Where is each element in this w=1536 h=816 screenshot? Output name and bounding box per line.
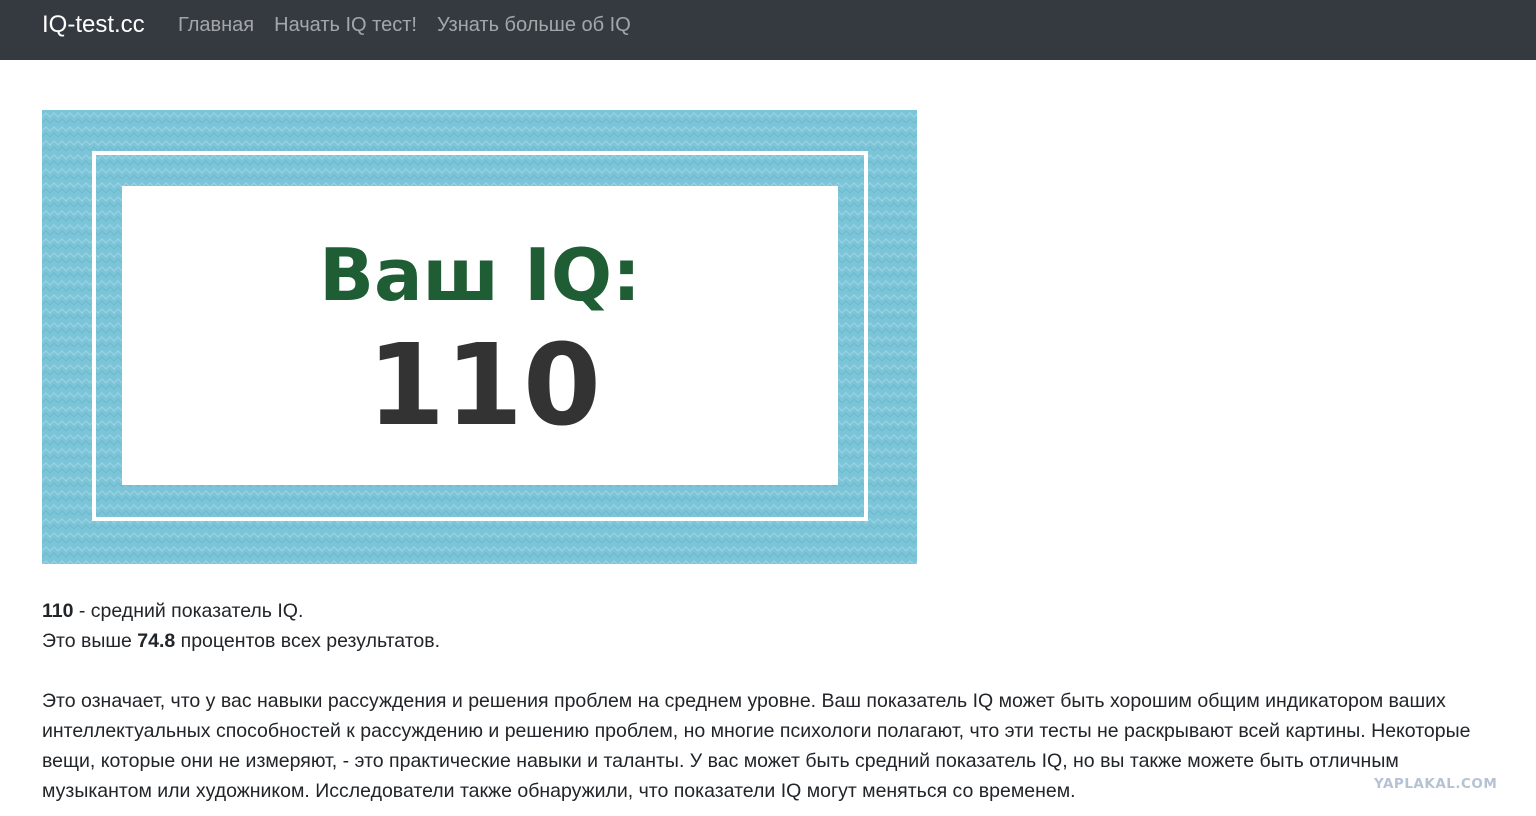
banner-score: 110 [367,321,601,451]
score-description: - средний показатель IQ. [73,600,304,622]
score-value: 110 [42,600,74,622]
result-explanation: Это означает, что у вас навыки рассужден… [42,690,1471,802]
result-content: 110 - средний показатель IQ. Это выше 74… [42,596,1482,806]
top-navbar: IQ-test.cc Главная Начать IQ тест! Узнат… [0,0,1536,60]
percentile-value: 74.8 [137,630,176,652]
nav-link-learn-more[interactable]: Узнать больше об IQ [427,14,641,37]
nav-link-start-test[interactable]: Начать IQ тест! [264,14,427,37]
nav-links: Главная Начать IQ тест! Узнать больше об… [168,14,641,37]
brand-link[interactable]: IQ-test.cc [42,11,145,39]
iq-result-banner: Ваш IQ: 110 [42,110,917,564]
percentile-line: Это выше 74.8 процентов всех результатов… [42,626,1482,656]
banner-heading: Ваш IQ: [319,233,641,317]
score-line: 110 - средний показатель IQ. [42,596,1482,626]
percentile-suffix: процентов всех результатов. [175,630,441,652]
percentile-prefix: Это выше [42,630,138,652]
watermark-text: YAPLAKAL.COM [1374,776,1498,792]
nav-link-home[interactable]: Главная [168,14,264,37]
